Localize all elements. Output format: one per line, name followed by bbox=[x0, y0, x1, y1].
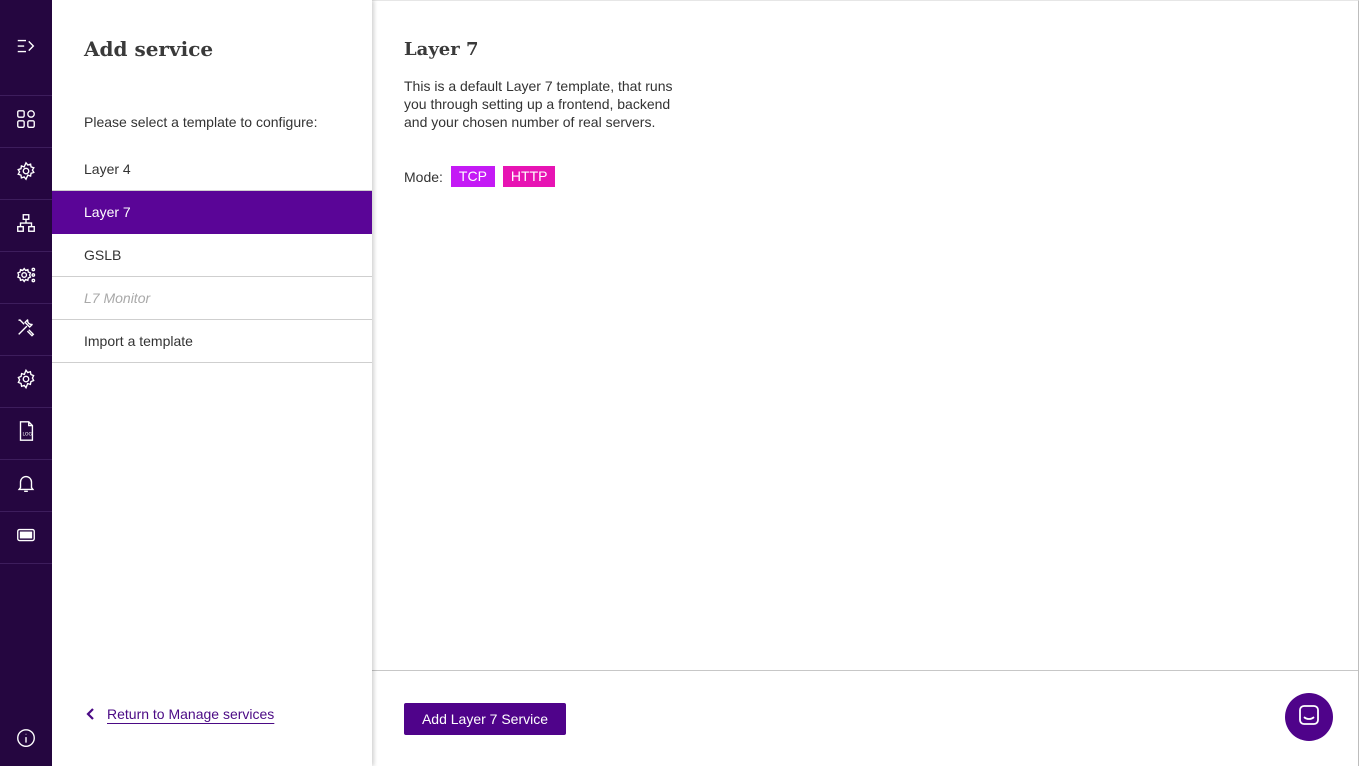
chat-icon bbox=[1297, 703, 1321, 732]
expand-menu-icon bbox=[15, 35, 37, 62]
template-description: This is a default Layer 7 template, that… bbox=[404, 78, 673, 130]
info-button[interactable] bbox=[0, 714, 52, 766]
nav-ticket[interactable] bbox=[0, 512, 52, 564]
nav-cluster-settings[interactable] bbox=[0, 252, 52, 304]
tools-icon bbox=[15, 316, 37, 343]
footer-divider bbox=[372, 670, 1358, 671]
add-service-button[interactable]: Add Layer 7 Service bbox=[404, 703, 566, 735]
network-icon bbox=[15, 212, 37, 239]
cluster-settings-icon bbox=[15, 264, 37, 291]
mode-badge-tcp: TCP bbox=[450, 166, 495, 187]
notifications-icon bbox=[15, 472, 37, 499]
expand-menu-button[interactable] bbox=[0, 22, 52, 74]
chat-button[interactable] bbox=[1285, 693, 1333, 741]
panel-title: Add service bbox=[84, 37, 214, 61]
logs-icon: LOG bbox=[15, 420, 37, 447]
template-list: Layer 4 Layer 7 GSLB L7 Monitor Import a… bbox=[52, 148, 372, 363]
nav-services[interactable] bbox=[0, 148, 52, 200]
mode-label: Mode: bbox=[404, 168, 443, 185]
template-item-layer-7[interactable]: Layer 7 bbox=[52, 191, 372, 234]
nav-network[interactable] bbox=[0, 200, 52, 252]
ticket-icon bbox=[15, 524, 37, 551]
chevron-left-icon bbox=[84, 707, 98, 721]
dashboard-icon bbox=[15, 108, 37, 135]
template-details: Layer 7 This is a default Layer 7 templa… bbox=[372, 0, 1359, 766]
return-to-manage-services-link[interactable]: Return to Manage services bbox=[84, 706, 274, 722]
settings-icon bbox=[15, 368, 37, 395]
return-link-label: Return to Manage services bbox=[107, 706, 275, 722]
mode-badge-http: HTTP bbox=[502, 166, 556, 187]
template-item-layer-4[interactable]: Layer 4 bbox=[52, 148, 372, 191]
template-item-import[interactable]: Import a template bbox=[52, 320, 372, 363]
nav-dashboard[interactable] bbox=[0, 96, 52, 148]
nav-settings[interactable] bbox=[0, 356, 52, 408]
nav-logs[interactable]: LOG bbox=[0, 408, 52, 460]
nav-tools[interactable] bbox=[0, 304, 52, 356]
icon-rail: LOG bbox=[0, 0, 52, 766]
info-icon bbox=[15, 727, 37, 754]
template-panel: Add service Please select a template to … bbox=[52, 0, 372, 766]
svg-text:LOG: LOG bbox=[23, 432, 33, 438]
template-item-l7-monitor: L7 Monitor bbox=[52, 277, 372, 320]
template-title: Layer 7 bbox=[404, 39, 479, 60]
panel-instructions: Please select a template to configure: bbox=[84, 114, 318, 130]
services-icon bbox=[15, 160, 37, 187]
template-item-gslb[interactable]: GSLB bbox=[52, 234, 372, 277]
nav-notifications[interactable] bbox=[0, 460, 52, 512]
mode-row: Mode: TCP HTTP bbox=[404, 166, 563, 187]
